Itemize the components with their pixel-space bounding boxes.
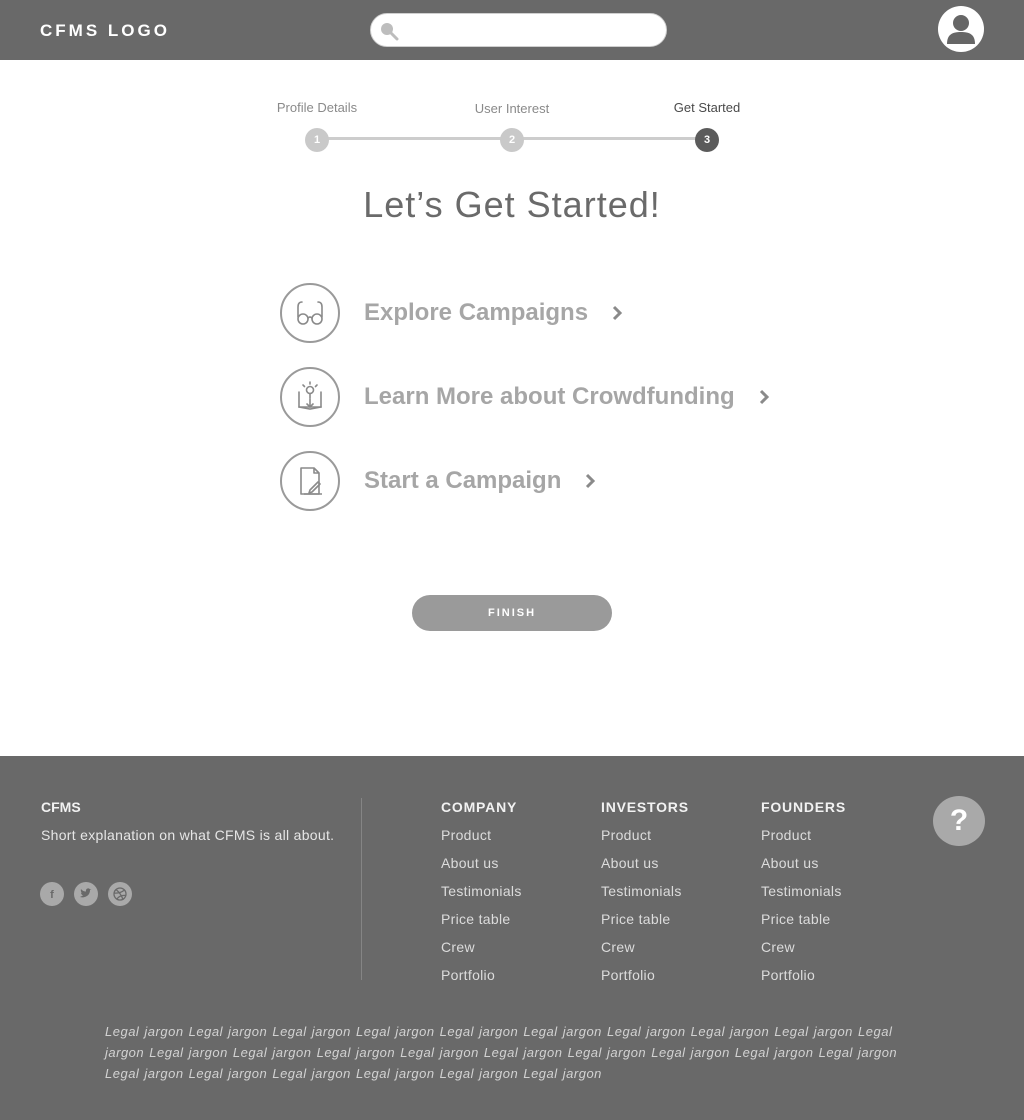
help-button[interactable]: ? [933, 796, 985, 846]
footer-link[interactable]: Testimonials [761, 883, 846, 911]
footer-column-company: COMPANY Product About us Testimonials Pr… [441, 799, 522, 995]
legal-text: Legal jargon Legal jargon Legal jargon L… [105, 1024, 898, 1081]
dribbble-icon[interactable] [108, 882, 132, 906]
step-connector [317, 137, 512, 140]
logo[interactable]: CFMS LOGO [40, 21, 170, 41]
footer-brand: CFMS [41, 799, 81, 815]
chevron-right-icon [613, 305, 623, 321]
glasses-icon [280, 283, 340, 343]
svg-text:f: f [50, 889, 54, 901]
footer-link[interactable]: Product [441, 827, 522, 855]
explore-campaigns-option[interactable]: Explore Campaigns [280, 283, 624, 343]
footer-link[interactable]: Testimonials [601, 883, 689, 911]
footer-divider [361, 798, 362, 980]
footer-link[interactable]: Crew [601, 939, 689, 967]
learn-crowdfunding-option[interactable]: Learn More about Crowdfunding [280, 367, 771, 427]
step-dot-1[interactable]: 1 [305, 128, 329, 152]
footer-link[interactable]: Price table [601, 911, 689, 939]
footer-description: Short explanation on what CFMS is all ab… [41, 827, 335, 843]
progress-stepper: Profile Details User Interest Get Starte… [270, 96, 760, 156]
footer-heading: FOUNDERS [761, 799, 846, 815]
footer-link[interactable]: Crew [441, 939, 522, 967]
start-campaign-label: Start a Campaign [364, 467, 562, 494]
search-icon [381, 23, 399, 41]
twitter-icon[interactable] [74, 882, 98, 906]
step-dot-2[interactable]: 2 [500, 128, 524, 152]
footer-link[interactable]: About us [761, 855, 846, 883]
document-edit-icon [280, 451, 340, 511]
footer-column-investors: INVESTORS Product About us Testimonials … [601, 799, 689, 995]
search-bar[interactable] [370, 13, 667, 47]
learn-crowdfunding-label: Learn More about Crowdfunding [364, 383, 735, 410]
start-campaign-option[interactable]: Start a Campaign [280, 451, 597, 511]
footer-link[interactable]: Portfolio [441, 967, 522, 995]
step-connector [512, 137, 707, 140]
chevron-right-icon [759, 389, 769, 405]
footer-link[interactable]: Price table [761, 911, 846, 939]
footer-link[interactable]: Product [601, 827, 689, 855]
footer-heading: COMPANY [441, 799, 518, 815]
lightbulb-book-icon [280, 367, 340, 427]
footer-link[interactable]: Portfolio [761, 967, 846, 995]
footer-link[interactable]: Testimonials [441, 883, 522, 911]
chevron-right-icon [586, 473, 596, 489]
footer-link[interactable]: About us [441, 855, 522, 883]
footer-link[interactable]: Product [761, 827, 846, 855]
footer-link[interactable]: About us [601, 855, 689, 883]
facebook-icon[interactable]: f [40, 882, 64, 906]
user-icon [947, 15, 975, 44]
user-avatar[interactable] [938, 6, 984, 52]
step-label-user-interest: User Interest [474, 101, 550, 116]
search-input[interactable] [405, 18, 655, 42]
explore-campaigns-label: Explore Campaigns [364, 299, 589, 326]
step-label-profile-details: Profile Details [276, 100, 358, 115]
footer-link[interactable]: Crew [761, 939, 846, 967]
step-label-get-started: Get Started [673, 100, 741, 115]
footer-heading: INVESTORS [601, 799, 689, 815]
footer-column-founders: FOUNDERS Product About us Testimonials P… [761, 799, 846, 995]
footer-link[interactable]: Price table [441, 911, 522, 939]
page-title: Let’s Get Started! [363, 184, 661, 225]
step-dot-3[interactable]: 3 [695, 128, 719, 152]
finish-button[interactable]: FINISH [412, 595, 612, 631]
footer-link[interactable]: Portfolio [601, 967, 689, 995]
footer: CFMS Short explanation on what CFMS is a… [0, 756, 1024, 1120]
top-header: CFMS LOGO [0, 0, 1024, 60]
